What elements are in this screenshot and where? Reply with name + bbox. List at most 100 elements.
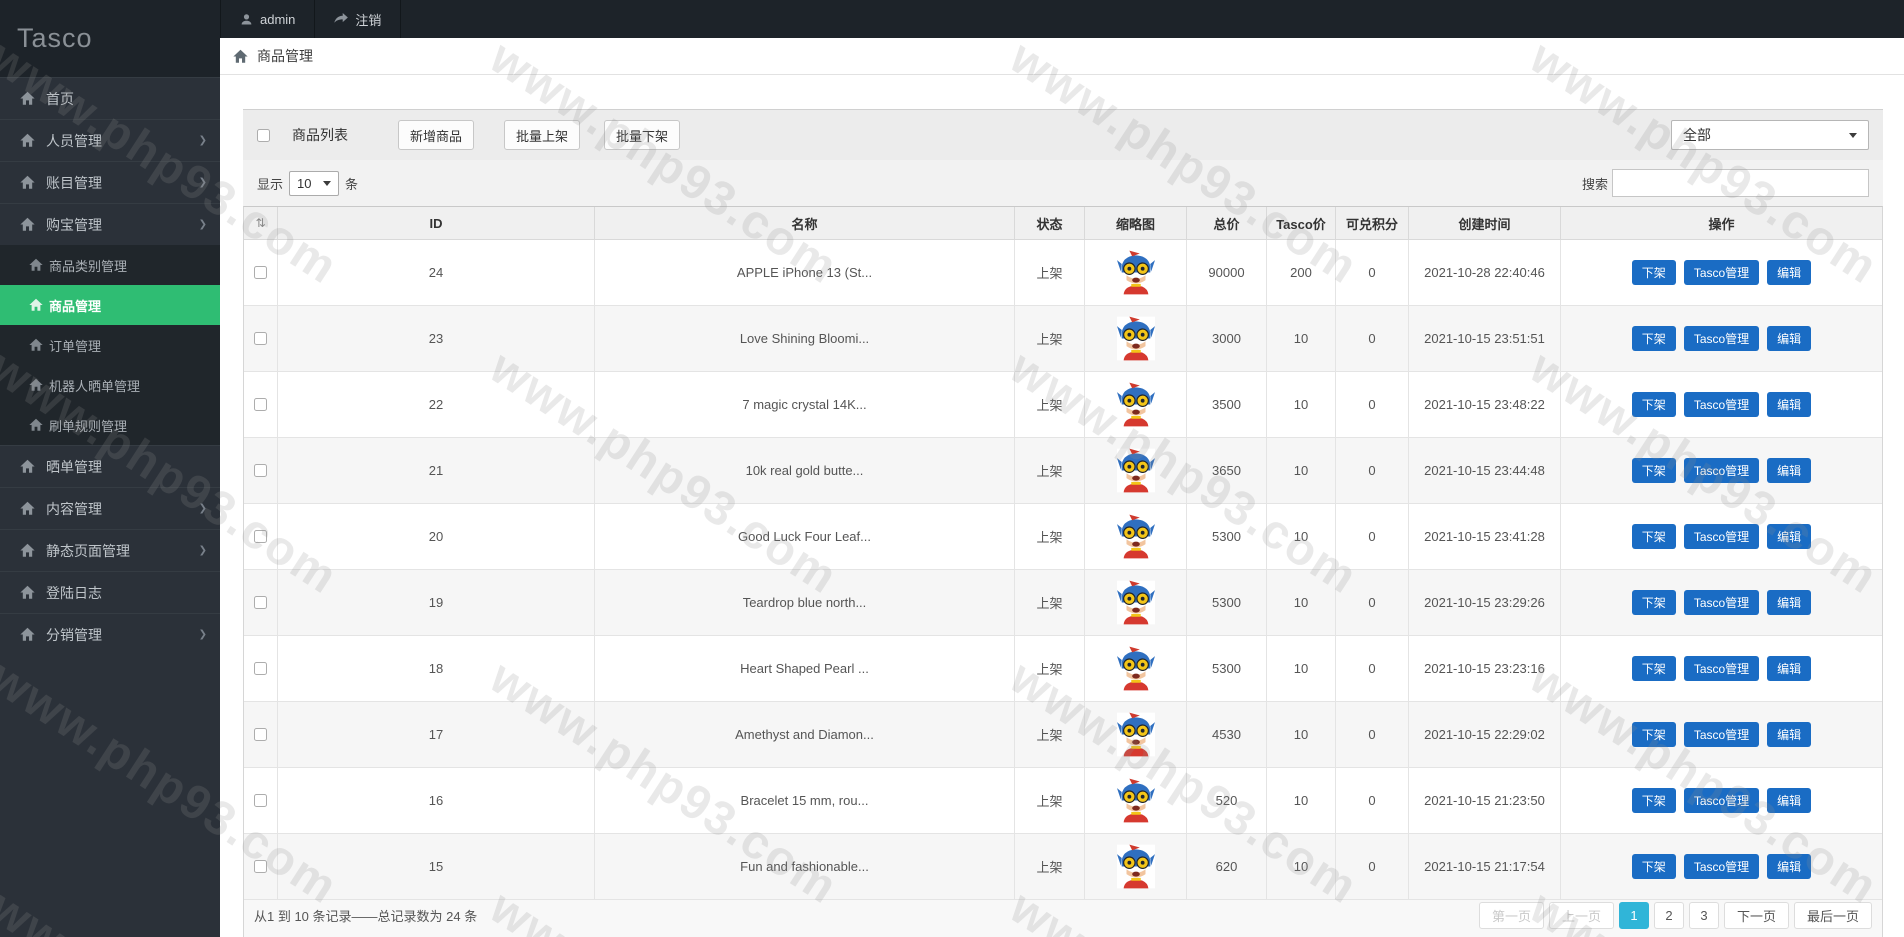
off-shelf-button[interactable]: 下架 — [1632, 524, 1676, 549]
off-shelf-button[interactable]: 下架 — [1632, 722, 1676, 747]
tasco-manage-button[interactable]: Tasco管理 — [1684, 458, 1759, 483]
pagination-button-4[interactable]: 3 — [1689, 902, 1719, 929]
sidebar-item-11[interactable]: 静态页面管理❯ — [0, 529, 220, 571]
chevron-right-icon: ❯ — [199, 629, 207, 640]
user-menu[interactable]: admin — [220, 0, 315, 38]
pagination-button-6[interactable]: 最后一页 — [1794, 902, 1872, 929]
off-shelf-button[interactable]: 下架 — [1632, 392, 1676, 417]
edit-button[interactable]: 编辑 — [1767, 722, 1811, 747]
cell-created: 2021-10-15 23:23:16 — [1409, 636, 1561, 702]
status-badge: 上架 — [1015, 504, 1085, 570]
row-checkbox[interactable] — [254, 860, 267, 873]
col-header-total-price[interactable]: 总价 — [1187, 207, 1267, 240]
off-shelf-button[interactable]: 下架 — [1632, 260, 1676, 285]
table-row: 24 APPLE iPhone 13 (St... 上架 — [244, 240, 1882, 306]
sidebar-item-5[interactable]: 商品管理 — [0, 285, 220, 325]
off-shelf-button[interactable]: 下架 — [1632, 854, 1676, 879]
status-badge: 上架 — [1015, 570, 1085, 636]
edit-button[interactable]: 编辑 — [1767, 458, 1811, 483]
sidebar-item-6[interactable]: 订单管理 — [0, 325, 220, 365]
pagination-button-3[interactable]: 2 — [1654, 902, 1684, 929]
tasco-manage-button[interactable]: Tasco管理 — [1684, 656, 1759, 681]
home-icon — [20, 91, 35, 106]
cell-total-price: 3000 — [1187, 306, 1267, 372]
batch-off-shelf-button[interactable]: 批量下架 — [604, 120, 680, 150]
off-shelf-button[interactable]: 下架 — [1632, 326, 1676, 351]
off-shelf-button[interactable]: 下架 — [1632, 788, 1676, 813]
col-header-id[interactable]: ID — [278, 207, 595, 240]
search-input[interactable] — [1612, 169, 1869, 197]
cell-id: 16 — [278, 768, 595, 834]
edit-button[interactable]: 编辑 — [1767, 524, 1811, 549]
col-header-actions[interactable]: 操作 — [1561, 207, 1882, 240]
pagination-current-page[interactable]: 1 — [1619, 902, 1649, 929]
cell-name: Bracelet 15 mm, rou... — [595, 768, 1015, 834]
batch-on-shelf-button[interactable]: 批量上架 — [504, 120, 580, 150]
status-badge: 上架 — [1015, 372, 1085, 438]
tasco-manage-button[interactable]: Tasco管理 — [1684, 524, 1759, 549]
tasco-manage-button[interactable]: Tasco管理 — [1684, 722, 1759, 747]
cell-id: 18 — [278, 636, 595, 702]
sidebar-item-1[interactable]: 人员管理❯ — [0, 119, 220, 161]
page-size-select[interactable]: 10 — [289, 171, 339, 196]
sidebar-item-10[interactable]: 内容管理❯ — [0, 487, 220, 529]
home-icon — [20, 459, 35, 474]
cell-total-price: 90000 — [1187, 240, 1267, 306]
sidebar-item-2[interactable]: 账目管理❯ — [0, 161, 220, 203]
col-header-tasco-price[interactable]: Tasco价 — [1267, 207, 1336, 240]
row-checkbox[interactable] — [254, 464, 267, 477]
add-product-button[interactable]: 新增商品 — [398, 120, 474, 150]
edit-button[interactable]: 编辑 — [1767, 590, 1811, 615]
select-all-checkbox[interactable] — [257, 129, 270, 142]
row-checkbox[interactable] — [254, 728, 267, 741]
sidebar-item-label: 静态页面管理 — [46, 541, 130, 561]
edit-button[interactable]: 编辑 — [1767, 656, 1811, 681]
edit-button[interactable]: 编辑 — [1767, 260, 1811, 285]
row-checkbox[interactable] — [254, 266, 267, 279]
row-checkbox[interactable] — [254, 398, 267, 411]
status-badge: 上架 — [1015, 768, 1085, 834]
table-row: 22 7 magic crystal 14K... 上架 — [244, 372, 1882, 438]
cell-created: 2021-10-15 23:48:22 — [1409, 372, 1561, 438]
row-checkbox[interactable] — [254, 794, 267, 807]
tasco-manage-button[interactable]: Tasco管理 — [1684, 788, 1759, 813]
row-checkbox[interactable] — [254, 662, 267, 675]
sidebar-item-7[interactable]: 机器人晒单管理 — [0, 365, 220, 405]
tasco-manage-button[interactable]: Tasco管理 — [1684, 260, 1759, 285]
col-header-created[interactable]: 创建时间 — [1409, 207, 1561, 240]
edit-button[interactable]: 编辑 — [1767, 788, 1811, 813]
sidebar-item-9[interactable]: 晒单管理 — [0, 445, 220, 487]
row-checkbox[interactable] — [254, 530, 267, 543]
tasco-manage-button[interactable]: Tasco管理 — [1684, 326, 1759, 351]
category-filter-select[interactable]: 全部 — [1671, 120, 1869, 150]
off-shelf-button[interactable]: 下架 — [1632, 590, 1676, 615]
sidebar-item-0[interactable]: 首页 — [0, 77, 220, 119]
row-checkbox[interactable] — [254, 596, 267, 609]
col-header-name[interactable]: 名称 — [595, 207, 1015, 240]
off-shelf-button[interactable]: 下架 — [1632, 458, 1676, 483]
logout-button[interactable]: 注销 — [315, 0, 401, 38]
off-shelf-button[interactable]: 下架 — [1632, 656, 1676, 681]
edit-button[interactable]: 编辑 — [1767, 392, 1811, 417]
sidebar-item-label: 内容管理 — [46, 499, 102, 519]
sidebar-item-4[interactable]: 商品类别管理 — [0, 245, 220, 285]
edit-button[interactable]: 编辑 — [1767, 326, 1811, 351]
sort-icon[interactable]: ⇅ — [244, 207, 278, 240]
tasco-manage-button[interactable]: Tasco管理 — [1684, 590, 1759, 615]
sidebar-item-13[interactable]: 分销管理❯ — [0, 613, 220, 655]
product-thumbnail — [1117, 382, 1155, 427]
col-header-status[interactable]: 状态 — [1015, 207, 1085, 240]
tasco-manage-button[interactable]: Tasco管理 — [1684, 854, 1759, 879]
edit-button[interactable]: 编辑 — [1767, 854, 1811, 879]
row-actions: 下架 Tasco管理 编辑 — [1632, 524, 1811, 549]
sidebar-item-8[interactable]: 刷单规则管理 — [0, 405, 220, 445]
sidebar-item-3[interactable]: 购宝管理❯ — [0, 203, 220, 245]
app-logo[interactable]: Tasco — [0, 0, 220, 77]
tasco-manage-button[interactable]: Tasco管理 — [1684, 392, 1759, 417]
cell-id: 24 — [278, 240, 595, 306]
sidebar-item-12[interactable]: 登陆日志 — [0, 571, 220, 613]
pagination-button-5[interactable]: 下一页 — [1724, 902, 1789, 929]
row-checkbox[interactable] — [254, 332, 267, 345]
col-header-points[interactable]: 可兑积分 — [1336, 207, 1409, 240]
col-header-thumbnail[interactable]: 缩略图 — [1085, 207, 1187, 240]
